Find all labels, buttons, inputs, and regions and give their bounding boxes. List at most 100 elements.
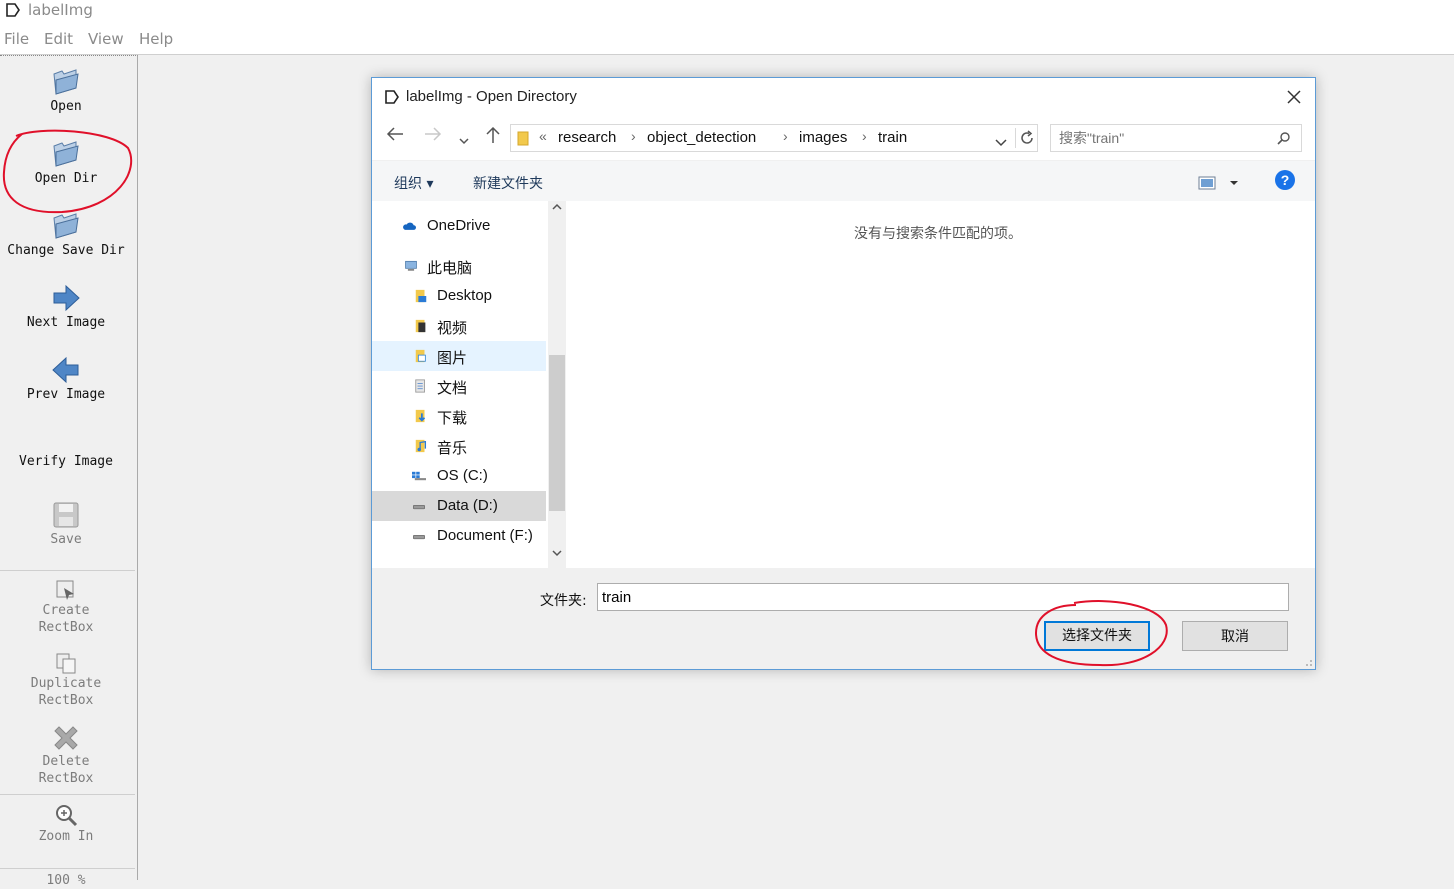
scroll-down-button[interactable] [548,549,566,560]
nav-item-desktop[interactable]: Desktop [372,281,546,311]
nav-label: OS (C:) [437,467,488,484]
nav-item-music[interactable]: 音乐 [372,431,546,461]
nav-label: Desktop [437,287,493,304]
file-list[interactable]: 没有与搜索条件匹配的项。 [568,201,1315,568]
navigation-scrollbar[interactable] [548,201,566,568]
refresh-button[interactable] [1015,128,1038,148]
zoom-in-icon [56,805,78,827]
breadcrumb-images[interactable]: images [799,129,847,146]
breadcrumb-separator: › [862,128,867,144]
annotation-circle-open-dir [2,129,133,214]
duplicate-rectbox-label-line2: RectBox [38,693,94,708]
arrow-up-icon [486,126,500,143]
verify-image-button[interactable]: Verify Image [0,453,132,470]
menu-bar: File Edit View Help [0,24,1454,55]
duplicate-rectbox-label-line1: Duplicate [30,676,102,691]
address-bar[interactable]: « research › object_detection › images ›… [510,124,1038,152]
svg-text:?: ? [1281,172,1290,188]
cancel-button[interactable]: 取消 [1182,621,1288,651]
view-options-icon [1198,176,1238,190]
drive-icon [413,504,425,510]
search-input[interactable] [1057,128,1271,148]
prev-image-button[interactable]: Prev Image [0,354,132,403]
breadcrumb-object-detection[interactable]: object_detection [647,129,756,146]
toolbar-separator [0,868,135,869]
change-save-dir-label: Change Save Dir [7,243,125,258]
create-rectbox-label-line2: RectBox [38,620,94,635]
close-icon [1287,90,1301,104]
chevron-down-icon [995,139,1007,147]
folder-open-icon [53,69,79,95]
arrow-left-icon [386,127,403,141]
zoom-level-value: 100 % [46,873,86,888]
search-box[interactable] [1050,124,1302,152]
close-button[interactable] [1281,84,1307,110]
cloud-icon [403,222,416,230]
nav-item-this-pc[interactable]: 此电脑 [372,251,546,281]
chevron-up-icon [552,203,562,210]
delete-rectbox-button[interactable]: Delete RectBox [0,723,132,787]
toolbar-separator [0,794,135,795]
arrow-right-icon [425,127,442,141]
zoom-in-label: Zoom In [38,829,94,844]
recent-locations-button[interactable] [459,129,469,150]
nav-label: 此电脑 [427,260,473,277]
create-rectbox-button[interactable]: Create RectBox [0,578,132,636]
app-title-bar: labelImg [0,0,1454,24]
nav-item-document-f[interactable]: Document (F:) [372,521,546,551]
folder-name-input[interactable]: train [597,583,1289,611]
new-folder-button[interactable]: 新建文件夹 [473,173,543,193]
nav-item-videos[interactable]: 视频 [372,311,546,341]
search-icon [1277,132,1290,145]
scroll-up-button[interactable] [548,203,566,214]
breadcrumb-separator: › [783,128,788,144]
next-image-label: Next Image [26,315,106,330]
duplicate-rectbox-button[interactable]: Duplicate RectBox [0,651,132,709]
annotation-circle-select-folder [1034,600,1168,667]
create-rectbox-icon [56,580,74,600]
nav-label: 文档 [437,380,468,397]
address-dropdown-button[interactable] [995,134,1007,151]
menu-view[interactable]: View [88,30,124,48]
nav-item-pictures[interactable]: 图片 [372,341,546,371]
breadcrumb-overflow[interactable]: « [539,128,547,144]
chevron-down-icon [459,138,469,145]
view-options-button[interactable] [1198,175,1242,194]
breadcrumb-train[interactable]: train [878,129,907,146]
menu-help[interactable]: Help [139,30,173,48]
zoom-in-button[interactable]: Zoom In [0,802,132,845]
menu-file[interactable]: File [4,30,29,48]
arrow-left-icon [52,356,79,384]
menu-edit[interactable]: Edit [44,30,73,48]
zoom-level[interactable]: 100 % [0,872,132,889]
next-image-button[interactable]: Next Image [0,282,132,331]
organize-button[interactable]: 组织 ▾ [394,173,433,193]
nav-label: 图片 [437,350,468,367]
nav-item-data-d[interactable]: Data (D:) [372,491,546,521]
dialog-window-icon [385,90,399,104]
app-window-icon [6,3,20,17]
navigation-bar: « research › object_detection › images ›… [372,120,1315,156]
nav-item-downloads[interactable]: 下载 [372,401,546,431]
nav-label: 视频 [437,320,468,337]
back-button[interactable] [386,126,404,147]
up-button[interactable] [485,126,501,149]
nav-item-onedrive[interactable]: OneDrive [372,211,546,241]
scroll-thumb[interactable] [549,355,565,511]
downloads-folder-icon [415,409,426,423]
nav-item-os-c[interactable]: OS (C:) [372,461,546,491]
help-button[interactable]: ? [1274,169,1296,195]
forward-button[interactable] [424,126,442,147]
save-button[interactable]: Save [0,499,132,548]
command-bar: 组织 ▾ 新建文件夹 ? [372,160,1315,201]
video-folder-icon [415,319,426,333]
floppy-disk-icon [53,502,79,528]
computer-icon [405,260,417,271]
navigation-pane: OneDrive 此电脑 Desktop 视频 图片 文档 下载 音乐 OS (… [372,201,566,568]
nav-item-documents[interactable]: 文档 [372,371,546,401]
open-button[interactable]: Open [0,66,132,115]
breadcrumb-separator: › [631,128,636,144]
breadcrumb-research[interactable]: research [558,129,616,146]
duplicate-icon [56,653,76,674]
pictures-folder-icon [415,349,426,363]
